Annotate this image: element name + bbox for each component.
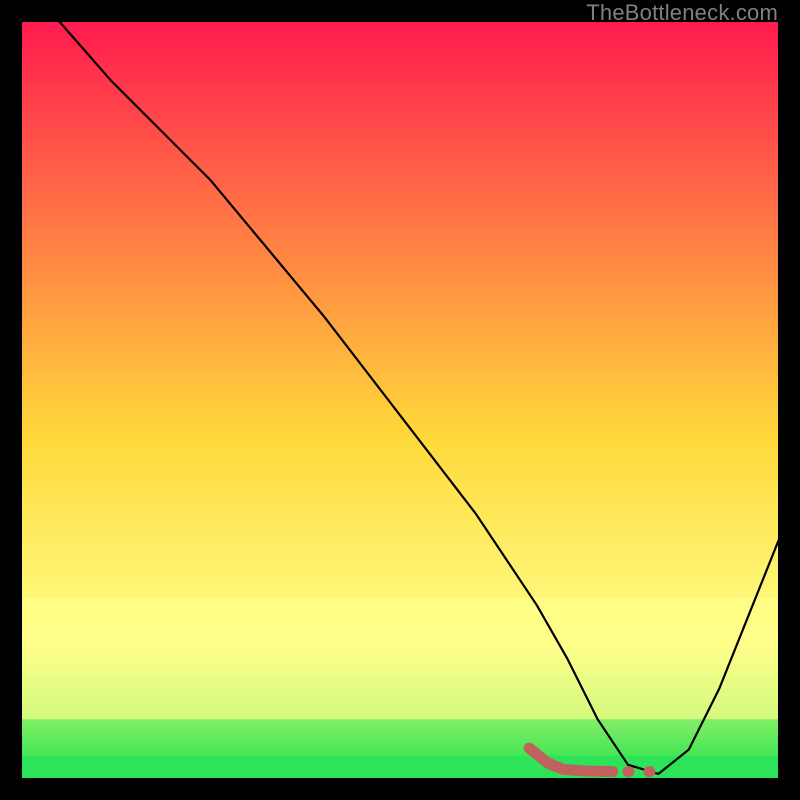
bands-group [20,598,780,780]
chart-root: TheBottleneck.com [0,0,800,800]
series-layer [20,20,780,780]
attribution-label: TheBottleneck.com [586,0,778,26]
yellow-band [20,598,780,720]
plot-area [20,20,780,780]
